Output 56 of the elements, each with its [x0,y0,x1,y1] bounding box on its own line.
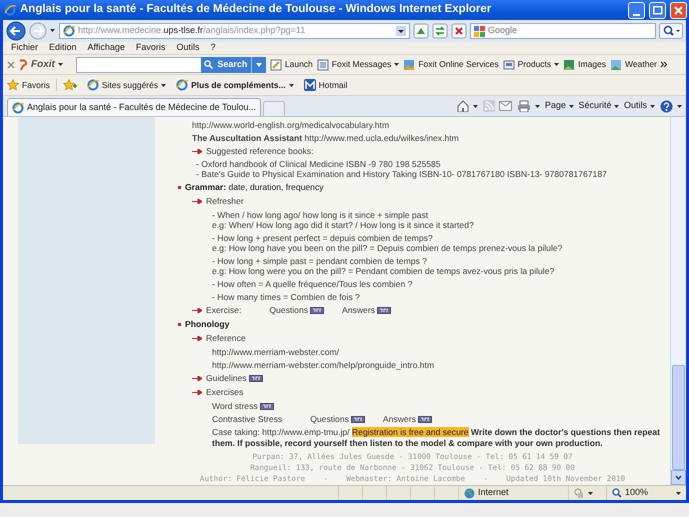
menu-item[interactable]: ? [210,41,216,55]
menu-item[interactable]: Affichage [88,41,125,55]
toolbar-item[interactable]: Products [502,58,560,71]
text-paragraph: Case taking: http://www.emp-tmu.jp/ Registration is free and secure Write down the doctor's questions then repeat them. If possible, record yourself then listen to the model & compare with your own production. [212,427,661,448]
command-menu[interactable]: Outils [624,99,655,113]
text-line: - How long + present perfect = depuis combien de temps? [212,233,434,243]
section-heading: Phonology [185,319,230,329]
pdf-link[interactable]: Questions [269,305,324,315]
address-field[interactable]: http://www.medecine.ups-tlse.fr/anglais/index.php?pg=11 [59,23,410,39]
url-text: http://www.medecine.ups-tlse.fr/anglais/index.php?pg=11 [78,24,306,38]
menu-item[interactable]: Outils [176,41,200,55]
favorites-item[interactable]: Plus de compléments... [176,78,294,92]
pdf-link[interactable]: Questions [310,414,365,424]
text-line: e.g: How long were you on the pill? = Pendant combien de temps avez-vous pris la pilule? [212,266,556,276]
section-heading: Grammar: date, duration, frequency [185,182,324,192]
toolbar-item[interactable]: Launch [270,58,313,71]
pdf-link[interactable]: Word stress [212,401,274,411]
command-menu[interactable]: Page [544,99,574,113]
list-line: - Oxford handbook of Clinical Medicine ISBN -9 780 198 525585 [196,160,442,170]
text-line: http://www.world-english.org/medicalvocabulary.htm [192,120,390,130]
text-line: - When / how long ago/ how long is it since + simple past [212,210,430,220]
text-line: e.g: When/ How long ago did it start? / How long is it since it started? [212,220,475,230]
favorites-item[interactable]: Hotmail [304,78,348,92]
toolbar-item[interactable]: Foxit Messages [316,58,400,71]
text-line: - How many times = Combien de fois ? [212,292,361,302]
search-field[interactable]: Google [470,23,656,39]
window-title: Anglais pour la santé - Facultés de Médecine de Toulouse - Windows Internet Explorer [20,2,492,18]
toolbar-item[interactable]: Images [563,58,606,71]
item-label: Exercises [206,387,244,397]
command-menu[interactable]: Sécurité [578,99,620,113]
text-line: e.g: How long have you been on the pill? = Depuis combien de temps prenez-vous la pilule? [212,243,564,253]
item-label: Refresher [206,196,244,206]
item-label: Exercise: [206,305,242,315]
text-line: The Auscultation Assistant http://www.med.ucla.edu/wilkes/inex.htm [192,133,460,143]
pdf-link[interactable]: Answers [382,414,432,424]
menu-item[interactable]: Fichier [11,41,38,55]
item-label: Contrastive Stress [212,414,282,424]
text-line: - How long + simple past = pendant combien de temps ? [212,256,428,266]
menu-item[interactable]: Favoris [136,41,166,55]
pdf-link[interactable]: Answers [342,305,391,315]
text-line: http://www.merriam-webster.com/help/pronguide_intro.htm [212,360,436,370]
favorites-button[interactable]: Favoris [7,78,57,92]
browser-tab[interactable]: Anglais pour la santé - Facultés de Médecine de Toulou... [7,98,261,116]
pdf-link[interactable]: Guidelines [206,373,263,383]
list-line: - Bate's Guide to Physical Examination and History Taking ISBN-10- 0781767180 ISBN-13- 9780781767187 [196,170,608,179]
toolbar-item[interactable]: Weather [610,58,658,71]
favorites-item[interactable]: Sites suggérés [86,78,166,92]
foxit-menu[interactable]: Foxit [18,57,63,72]
security-zone: Internet [464,486,509,500]
item-label: Reference [206,333,246,343]
toolbar-item[interactable]: Foxit Online Services [403,58,499,71]
text-line: http://www.merriam-webster.com/ [212,347,340,357]
zoom-button[interactable]: 100% [612,486,648,500]
item-label: Suggested reference books: [206,146,314,156]
text-line: - How often = A quelle fréquence/Tous les combien ? [212,279,414,289]
menu-item[interactable]: Edition [49,41,77,55]
